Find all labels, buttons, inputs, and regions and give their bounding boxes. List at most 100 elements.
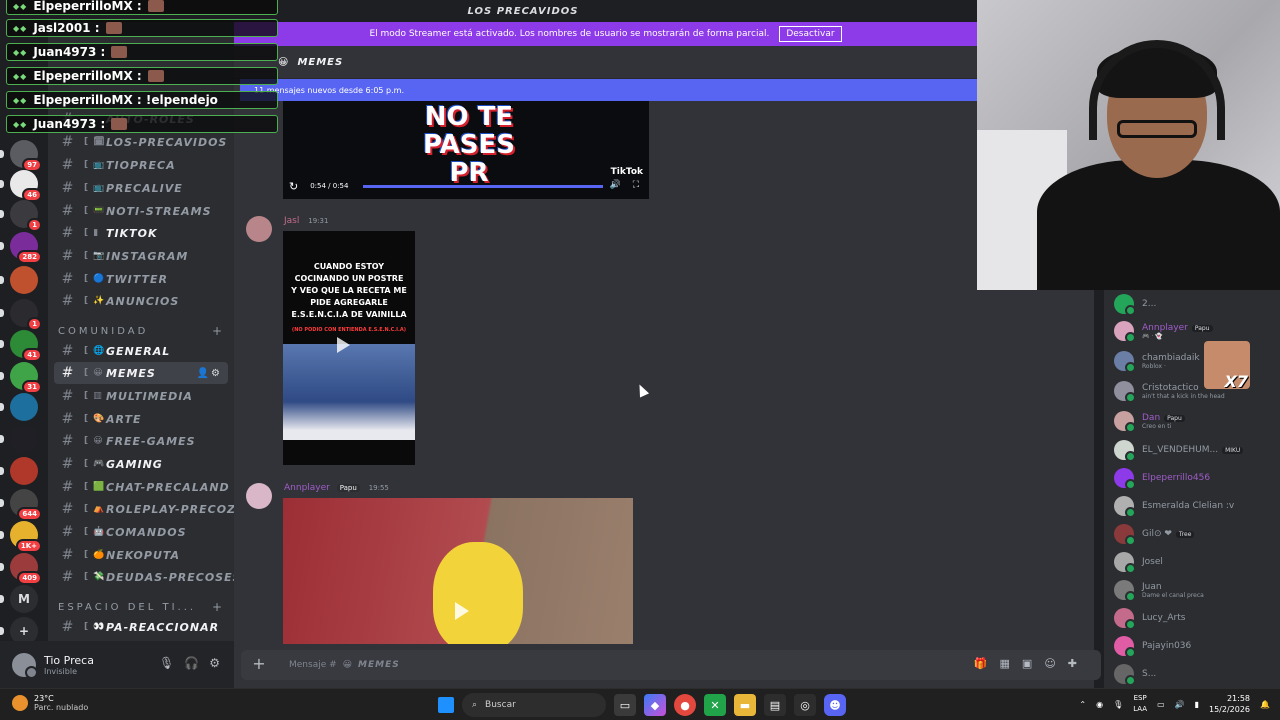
member-item[interactable]: Annplayer Papu 🎮 · 👻	[1114, 318, 1274, 344]
server-icon[interactable]: M	[10, 585, 38, 613]
member-item[interactable]: S...	[1114, 661, 1274, 687]
server-unread-pip	[0, 499, 4, 507]
gif-icon[interactable]: ▦	[1000, 657, 1010, 670]
member-item[interactable]: Lucy_Arts	[1114, 605, 1274, 631]
member-item[interactable]: EL_VENDEHUM... MIKU	[1114, 437, 1274, 463]
message-author[interactable]: Jasl	[284, 216, 299, 226]
server-icon[interactable]: 46	[10, 170, 42, 202]
member-item[interactable]: Cristotactico ain't that a kick in the he…	[1114, 378, 1274, 404]
server-icon[interactable]: 1	[10, 299, 42, 331]
user-panel[interactable]: Tio Preca Invisible 🎙 🎧 ⚙	[0, 641, 234, 688]
server-icon[interactable]: 97	[10, 140, 42, 172]
server-icon[interactable]	[10, 457, 38, 485]
app-icon[interactable]: ◎	[794, 694, 816, 716]
task-view-icon[interactable]: ▭	[614, 694, 636, 716]
channel-category[interactable]: ESPACIO DEL TI... +	[58, 599, 228, 615]
channel-label: NOTI-STREAMS	[106, 204, 212, 218]
volume-icon[interactable]: 🔊	[610, 180, 621, 190]
message-avatar[interactable]	[246, 216, 272, 242]
member-item[interactable]: chambiadaik Roblox ·	[1114, 348, 1274, 374]
user-avatar[interactable]	[12, 652, 38, 679]
meme-caption: CUANDO ESTOY COCINANDO UN POSTRE Y VEO Q…	[291, 262, 407, 319]
language-indicator[interactable]: ESP LAA	[1133, 693, 1147, 715]
badge-icon: ◆◆	[13, 1, 28, 11]
hash-icon: #	[61, 569, 75, 585]
add-channel-icon[interactable]: +	[212, 600, 222, 614]
meme-scene	[283, 344, 415, 440]
settings-icon[interactable]: ⚙	[209, 656, 220, 670]
chrome-icon[interactable]: ●	[674, 694, 696, 716]
channel-emoji: [ 🟩	[84, 482, 106, 492]
new-messages-bar[interactable]: 11 mensajes nuevos desde 6:05 p.m.	[240, 79, 977, 101]
fullscreen-icon[interactable]: ⛶	[633, 180, 639, 190]
video-player[interactable]: NO TE PASES PR TikTok ↻ 0:54 / 0:54 🔊 ⛶	[283, 101, 649, 199]
emoji-icon[interactable]: ☺	[1044, 657, 1055, 670]
meme-video-card[interactable]: CUANDO ESTOY COCINANDO UN POSTRE Y VEO Q…	[283, 231, 415, 465]
tray-mic-icon[interactable]: 🎙	[1113, 700, 1123, 709]
channel-memes[interactable]: # [ 😀 MEMES 👤⚙	[54, 362, 228, 384]
member-item[interactable]: Gil⊙ ❤ Tree	[1114, 521, 1274, 547]
weather-widget[interactable]: 23°C Parc. nublado	[12, 694, 88, 712]
volume-tray-icon[interactable]: 🔊	[1175, 700, 1185, 709]
member-item[interactable]: Elpeperrillo456	[1114, 465, 1274, 491]
server-icon[interactable]: 1	[10, 200, 42, 232]
replay-icon[interactable]: ↻	[289, 180, 298, 193]
tray-app-icon[interactable]: ◉	[1096, 700, 1103, 709]
member-item[interactable]: Esmeralda Clelian :v	[1114, 493, 1274, 519]
member-name: Juan	[1142, 581, 1162, 592]
add-attachment-icon[interactable]: +	[251, 656, 267, 673]
server-icon[interactable]: 282	[10, 232, 42, 264]
member-avatar	[1114, 636, 1136, 658]
member-name: Gil⊙ ❤ Tree	[1142, 529, 1195, 539]
message-image[interactable]	[283, 498, 633, 644]
member-item[interactable]: Dan Papu Creo en ti	[1114, 408, 1274, 434]
xbox-icon[interactable]: ✕	[704, 694, 726, 716]
badge-icon: ◆◆	[13, 71, 28, 81]
member-item[interactable]: 2...	[1114, 291, 1274, 317]
member-item[interactable]: Josel	[1114, 549, 1274, 575]
apps-icon[interactable]: ✚	[1068, 657, 1077, 670]
message-author[interactable]: Annplayer	[284, 483, 330, 493]
windows-start-icon[interactable]	[438, 697, 454, 713]
sticker-icon[interactable]: ▣	[1022, 657, 1032, 670]
add-channel-icon[interactable]: +	[212, 324, 222, 338]
server-icon[interactable]	[10, 393, 38, 421]
server-icon[interactable]	[10, 425, 38, 453]
discord-taskbar-icon[interactable]: ☻	[824, 694, 846, 716]
message-input[interactable]: + Mensaje # 😀 MEMES 🎁 ▦ ▣ ☺ ✚	[241, 650, 1101, 680]
headphones-icon[interactable]: 🎧	[184, 656, 199, 670]
taskbar-search[interactable]: ⌕ Buscar	[462, 693, 606, 717]
member-item[interactable]: Juan Dame el canal preca	[1114, 577, 1274, 603]
play-icon[interactable]	[337, 337, 350, 353]
copilot-icon[interactable]: ◆	[644, 694, 666, 716]
member-avatar	[1114, 608, 1136, 630]
store-icon[interactable]: ▤	[764, 694, 786, 716]
deactivate-button[interactable]: Desactivar	[779, 26, 842, 42]
gift-icon[interactable]: 🎁	[974, 657, 988, 670]
server-icon[interactable]: 31	[10, 362, 42, 394]
message-avatar[interactable]	[246, 483, 272, 509]
channel-category[interactable]: COMUNIDAD +	[58, 323, 228, 339]
discord-window: 97461282141316441K+409M+ #AUTO-ROLES#[ 🗓…	[0, 0, 1280, 720]
server-icon[interactable]: 644	[10, 489, 42, 521]
server-icon[interactable]: 41	[10, 330, 42, 362]
channel-settings-icon[interactable]: 👤⚙	[197, 368, 222, 379]
battery-icon[interactable]: ▮	[1195, 700, 1199, 709]
member-name: Annplayer Papu	[1142, 323, 1213, 333]
file-explorer-icon[interactable]: ▬	[734, 694, 756, 716]
tray-chevron-icon[interactable]: ⌃	[1079, 700, 1086, 709]
meme-subcaption: (NO PODIO CON ENTIENDA E.S.E.N.C.I.A)	[291, 327, 407, 333]
category-label: ESPACIO DEL TI...	[58, 601, 197, 613]
member-item[interactable]: Pajayin036	[1114, 633, 1274, 659]
network-icon[interactable]: ▭	[1157, 700, 1165, 709]
server-icon[interactable]	[10, 266, 38, 294]
server-unread-pip	[0, 242, 4, 250]
member-avatar	[1114, 468, 1136, 490]
video-progress-bar[interactable]	[363, 185, 603, 188]
notification-icon[interactable]: 🔔	[1260, 700, 1270, 709]
mic-icon[interactable]: 🎙	[159, 656, 174, 670]
server-icon[interactable]: 1K+	[10, 521, 42, 553]
server-icon[interactable]: 409	[10, 553, 42, 585]
play-icon[interactable]	[455, 602, 469, 620]
clock[interactable]: 21:58 15/2/2026	[1209, 693, 1250, 715]
